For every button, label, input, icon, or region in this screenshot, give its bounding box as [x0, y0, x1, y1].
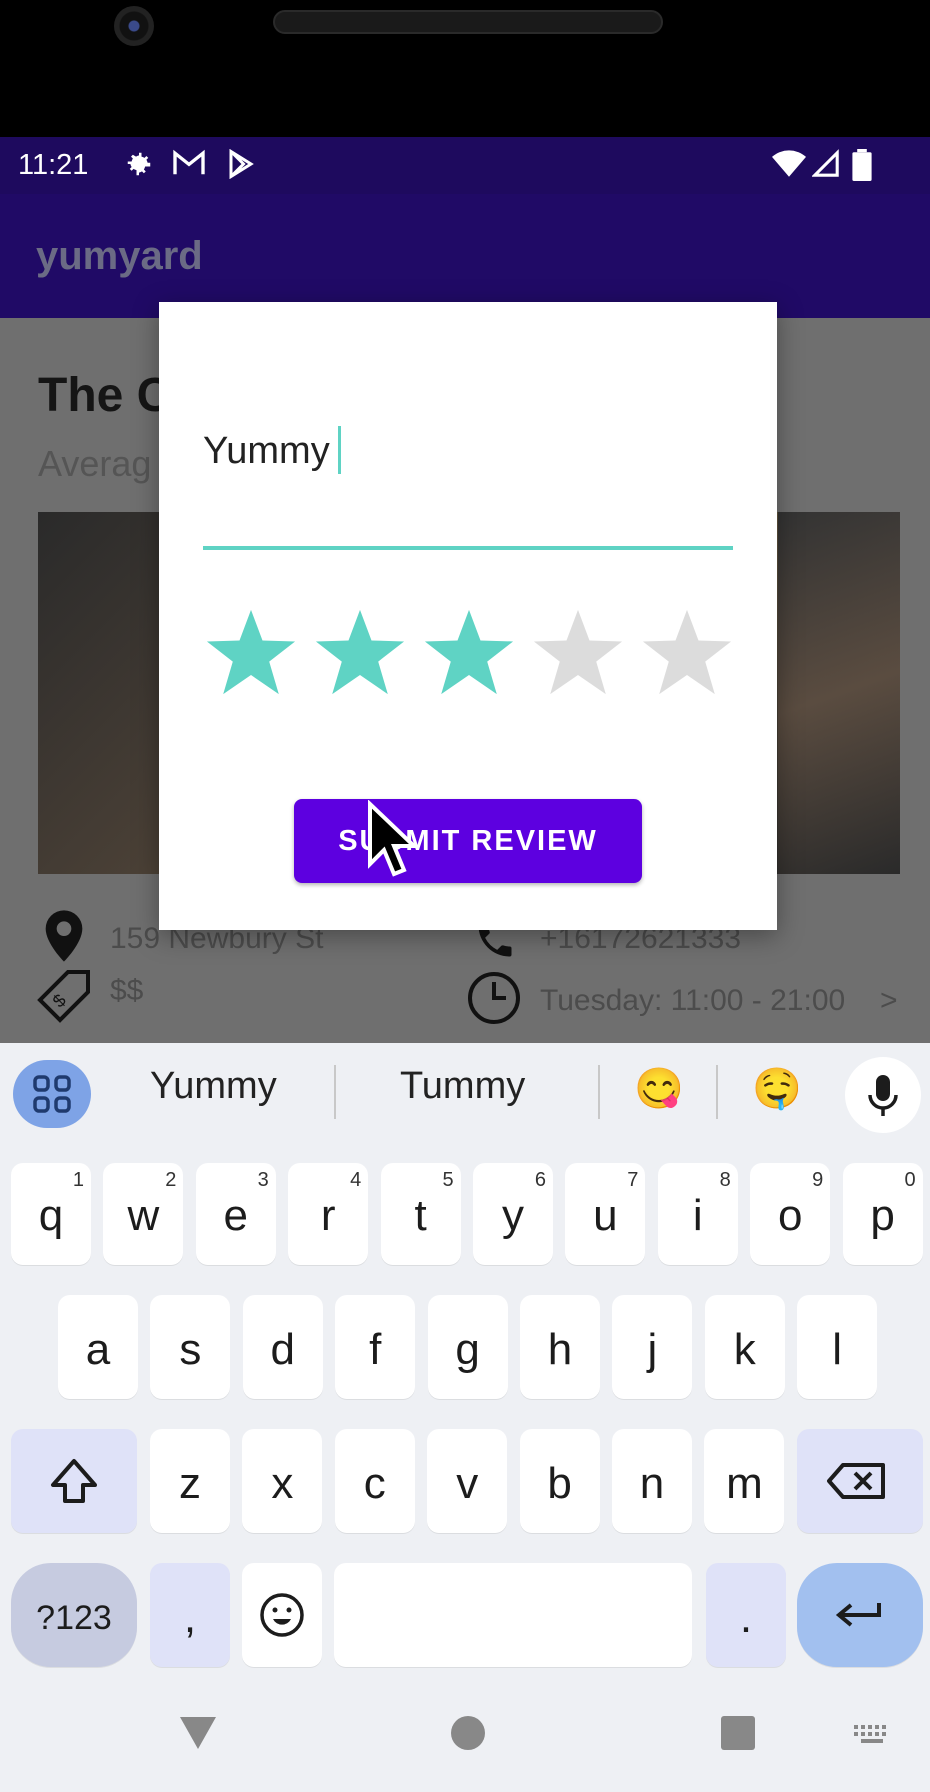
key-t[interactable]: t5: [380, 1163, 461, 1265]
app-bar: yumyard: [0, 194, 930, 318]
battery-icon: [852, 149, 872, 188]
submit-review-button[interactable]: SUBMIT REVIEW: [294, 799, 642, 883]
mouse-cursor-icon: [366, 799, 419, 880]
restaurant-photo-secondary: [778, 512, 900, 874]
key-n[interactable]: n: [612, 1429, 692, 1533]
backspace-key[interactable]: [797, 1429, 923, 1533]
key-p[interactable]: p0: [842, 1163, 923, 1265]
star-filled-icon[interactable]: [312, 606, 408, 698]
key-r[interactable]: r4: [288, 1163, 369, 1265]
soft-keyboard: Yummy Tummy 😋 🤤 q1w2e3r4t5y6u7i8o9p0 asdf…: [0, 1043, 930, 1679]
star-empty-icon[interactable]: [639, 606, 735, 698]
key-e[interactable]: e3: [195, 1163, 276, 1265]
suggestion-divider: [334, 1065, 336, 1119]
key-s[interactable]: s: [150, 1295, 231, 1399]
suggestion-divider: [598, 1065, 600, 1119]
signal-icon: [811, 149, 840, 186]
keyboard-switch-icon[interactable]: [852, 1723, 892, 1752]
gmail-icon: [172, 149, 206, 184]
key-j[interactable]: j: [612, 1295, 693, 1399]
suggestion-divider: [716, 1065, 718, 1119]
app-title: yumyard: [36, 234, 203, 278]
key-x[interactable]: x: [242, 1429, 323, 1533]
keyboard-menu-button[interactable]: [13, 1060, 91, 1128]
suggestion-strip: Yummy Tummy 😋 🤤: [0, 1043, 930, 1141]
home-icon[interactable]: [450, 1715, 486, 1756]
wifi-icon: [772, 149, 806, 186]
key-w[interactable]: w2: [103, 1163, 184, 1265]
key-c[interactable]: c: [334, 1429, 415, 1533]
key-q[interactable]: q1: [11, 1163, 91, 1265]
key-v[interactable]: v: [427, 1429, 508, 1533]
price-tag-icon: $: [36, 968, 92, 1034]
emoji-suggestion-2[interactable]: 🤤: [752, 1065, 802, 1112]
space-key[interactable]: [334, 1563, 692, 1667]
key-z[interactable]: z: [150, 1429, 230, 1533]
status-bar: 11:21: [0, 137, 930, 194]
rating-bar[interactable]: [203, 606, 743, 706]
key-y[interactable]: y6: [473, 1163, 553, 1265]
restaurant-name: The C: [38, 369, 172, 422]
key-b[interactable]: b: [519, 1429, 600, 1533]
status-time: 11:21: [18, 149, 89, 181]
settings-icon: [124, 149, 154, 186]
microphone-icon: [868, 1075, 898, 1116]
navigation-bar: [0, 1679, 930, 1792]
key-h[interactable]: h: [520, 1295, 600, 1399]
enter-key[interactable]: [797, 1563, 923, 1667]
suggestion-2[interactable]: Tummy: [400, 1065, 525, 1108]
earpiece-speaker: [273, 10, 663, 34]
key-comma[interactable]: ,: [150, 1563, 230, 1667]
key-u[interactable]: u7: [565, 1163, 646, 1265]
star-filled-icon[interactable]: [421, 606, 517, 698]
emoji-suggestion-1[interactable]: 😋: [634, 1065, 684, 1112]
backspace-icon: [827, 1463, 885, 1499]
star-filled-icon[interactable]: [203, 606, 299, 698]
emoji-icon: [260, 1593, 304, 1637]
star-empty-icon[interactable]: [530, 606, 626, 698]
shift-icon: [51, 1459, 97, 1503]
review-input-underline: [203, 546, 733, 550]
device-camera-bar: [0, 0, 930, 137]
opening-hours-text: Tuesday: 11:00 - 21:00: [540, 984, 846, 1017]
review-dialog: SUBMIT REVIEW: [159, 302, 777, 930]
key-o[interactable]: o9: [750, 1163, 831, 1265]
text-caret: [338, 426, 341, 474]
shift-key[interactable]: [11, 1429, 137, 1533]
clock-icon: [466, 970, 522, 1036]
key-m[interactable]: m: [704, 1429, 785, 1533]
key-f[interactable]: f: [335, 1295, 416, 1399]
recents-icon[interactable]: [720, 1715, 756, 1756]
symbols-key[interactable]: ?123: [11, 1563, 137, 1667]
review-text-input[interactable]: [203, 420, 733, 482]
front-camera: [114, 6, 154, 46]
key-a[interactable]: a: [58, 1295, 138, 1399]
key-l[interactable]: l: [797, 1295, 878, 1399]
enter-icon: [835, 1603, 881, 1627]
key-k[interactable]: k: [704, 1295, 785, 1399]
average-rating-label: Averag: [38, 443, 152, 484]
back-icon[interactable]: [178, 1715, 218, 1756]
hours-expand-chevron[interactable]: >: [880, 984, 898, 1018]
key-period[interactable]: .: [706, 1563, 786, 1667]
emoji-key[interactable]: [242, 1563, 322, 1667]
key-g[interactable]: g: [427, 1295, 508, 1399]
voice-input-button[interactable]: [845, 1057, 921, 1133]
play-store-icon: [226, 148, 256, 186]
svg-text:$: $: [49, 990, 70, 1011]
key-d[interactable]: d: [242, 1295, 323, 1399]
suggestion-1[interactable]: Yummy: [150, 1065, 277, 1108]
location-pin-icon: [42, 910, 86, 972]
grid-icon: [33, 1075, 71, 1113]
key-i[interactable]: i8: [657, 1163, 738, 1265]
price-level-text: $$: [110, 974, 144, 1007]
